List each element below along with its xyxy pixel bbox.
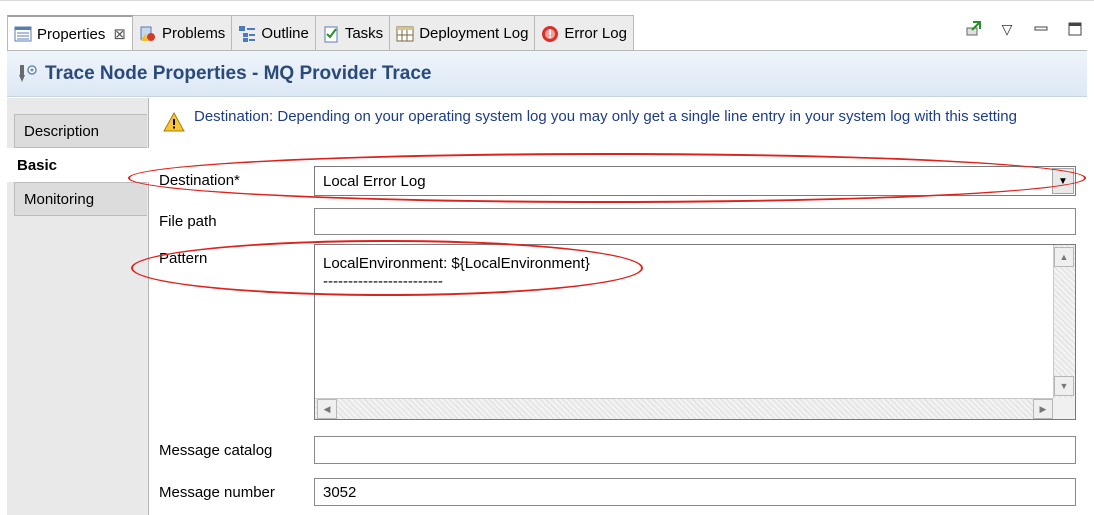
side-tab-description[interactable]: Description xyxy=(14,114,147,148)
tab-label: Deployment Log xyxy=(419,25,529,42)
horizontal-scrollbar[interactable]: ◀ ▶ xyxy=(315,398,1055,419)
side-tab-label: Basic xyxy=(17,156,58,174)
dropdown-arrow-icon[interactable]: ▼ xyxy=(1052,168,1074,194)
destination-select[interactable]: Local Error Log ▼ xyxy=(314,166,1076,196)
tab-label: Properties xyxy=(37,25,106,43)
tab-tasks[interactable]: Tasks xyxy=(315,15,391,51)
scroll-up-icon[interactable]: ▲ xyxy=(1054,247,1074,267)
pattern-label: Pattern xyxy=(159,250,208,267)
number-value: 3052 xyxy=(323,483,357,501)
destination-label: Destination* xyxy=(159,172,240,189)
message-catalog-input[interactable] xyxy=(314,436,1076,464)
side-tab-label: Description xyxy=(24,122,100,140)
pin-icon[interactable] xyxy=(964,20,982,38)
tab-label: Outline xyxy=(261,25,309,42)
tasks-icon xyxy=(322,25,340,43)
view-toolbar: ▽ xyxy=(964,15,1084,43)
destination-value: Local Error Log xyxy=(323,172,426,190)
view-tabs: Properties ⊠ Problems Outline Tasks Depl… xyxy=(7,15,634,51)
filepath-input[interactable] xyxy=(314,208,1076,235)
tab-label: Error Log xyxy=(564,25,627,42)
tab-deployment-log[interactable]: Deployment Log xyxy=(390,15,536,51)
scroll-down-icon[interactable]: ▼ xyxy=(1054,376,1074,396)
view-menu-icon[interactable]: ▽ xyxy=(998,20,1016,38)
side-tab-basic[interactable]: Basic xyxy=(7,148,149,182)
tab-error-log[interactable]: Error Log xyxy=(535,15,634,51)
properties-header: Trace Node Properties - MQ Provider Trac… xyxy=(7,51,1087,97)
pattern-textarea[interactable]: LocalEnvironment: ${LocalEnvironment} --… xyxy=(314,244,1076,420)
tab-label: Tasks xyxy=(344,25,384,42)
vertical-scrollbar[interactable]: ▲ ▼ xyxy=(1053,245,1075,398)
scroll-right-icon[interactable]: ▶ xyxy=(1033,399,1053,419)
side-tab-panel: Description Basic Monitoring xyxy=(7,98,149,515)
message-number-input[interactable]: 3052 xyxy=(314,478,1076,506)
maximize-icon[interactable] xyxy=(1066,20,1084,38)
close-icon[interactable]: ⊠ xyxy=(113,25,126,43)
minimize-icon[interactable] xyxy=(1032,20,1050,38)
catalog-label: Message catalog xyxy=(159,442,273,459)
filepath-label: File path xyxy=(159,213,217,230)
scroll-left-icon[interactable]: ◀ xyxy=(317,399,337,419)
page-title: Trace Node Properties - MQ Provider Trac… xyxy=(45,62,432,84)
deployment-log-icon xyxy=(396,25,414,43)
basic-properties-form: Destination: Depending on your operating… xyxy=(149,98,1087,515)
outline-icon xyxy=(238,25,256,43)
tab-label: Problems xyxy=(161,25,226,42)
number-label: Message number xyxy=(159,484,275,501)
error-log-icon xyxy=(541,25,559,43)
warning-text: Destination: Depending on your operating… xyxy=(194,108,1017,125)
problems-icon xyxy=(139,25,157,43)
trace-node-icon xyxy=(17,63,39,85)
tab-outline[interactable]: Outline xyxy=(232,15,316,51)
warning-icon xyxy=(163,111,185,132)
side-tab-monitoring[interactable]: Monitoring xyxy=(14,182,147,216)
side-tab-label: Monitoring xyxy=(24,190,95,208)
view-tab-bar: Properties ⊠ Problems Outline Tasks Depl… xyxy=(0,0,1094,51)
pattern-value: LocalEnvironment: ${LocalEnvironment} --… xyxy=(323,255,590,290)
warning-message: Destination: Depending on your operating… xyxy=(163,108,1054,132)
properties-icon xyxy=(14,25,32,43)
tab-properties[interactable]: Properties ⊠ xyxy=(7,15,133,51)
scrollbar-corner xyxy=(1053,398,1075,419)
tab-problems[interactable]: Problems xyxy=(132,15,233,51)
